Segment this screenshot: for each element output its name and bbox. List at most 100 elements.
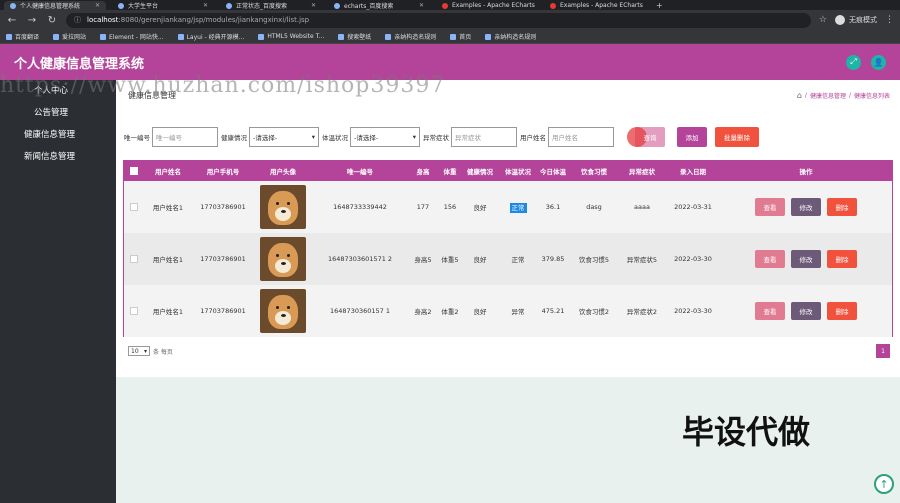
bookmark-icon bbox=[258, 33, 265, 40]
browser-tab[interactable]: Examples - Apache ECharts✕ bbox=[544, 1, 646, 10]
forward-icon[interactable]: → bbox=[26, 15, 38, 26]
bookmark-item[interactable]: Layui - 经典开源模... bbox=[177, 32, 245, 41]
app-title: 个人健康信息管理系统 bbox=[14, 56, 145, 72]
bookmark-star-icon[interactable]: ☆ bbox=[819, 15, 827, 25]
bookmark-label: Element - 网站快... bbox=[109, 34, 164, 41]
abnormal-input[interactable]: 异常症状 bbox=[451, 127, 517, 147]
bookmark-item[interactable]: 爱拉网站 bbox=[53, 32, 86, 41]
breadcrumb-item[interactable]: 健康信息管理 bbox=[810, 91, 846, 100]
bookmark-label: 亲纳构造名规则 bbox=[494, 34, 537, 41]
tab-label: echarts_百度搜索 bbox=[344, 3, 394, 10]
view-button[interactable]: 查看 bbox=[755, 302, 785, 320]
cell-abnormal: aaaa bbox=[634, 203, 650, 211]
body-status-select[interactable]: -请选择- ▾ bbox=[350, 127, 420, 147]
browser-menu-icon[interactable]: ⋮ bbox=[885, 15, 894, 25]
bookmark-icon bbox=[485, 33, 492, 40]
bookmark-item[interactable]: 首页 bbox=[450, 32, 471, 41]
view-button[interactable]: 查看 bbox=[755, 198, 785, 216]
bookmark-item[interactable]: 亲纳构造名规则 bbox=[485, 32, 536, 41]
tab-label: 正常状态_百度搜索 bbox=[236, 3, 288, 10]
body-status-select-value: -请选择- bbox=[354, 134, 379, 142]
breadcrumb-item: 健康信息列表 bbox=[853, 93, 890, 100]
sidebar-item-notices[interactable]: 公告管理 bbox=[0, 102, 116, 124]
cell-weight: 156 bbox=[443, 203, 457, 211]
back-icon[interactable]: ← bbox=[6, 15, 18, 26]
info-icon[interactable]: ⓘ bbox=[74, 15, 81, 25]
chevron-down-icon: ▾ bbox=[311, 133, 315, 141]
row-checkbox[interactable] bbox=[130, 203, 138, 211]
address-bar[interactable]: ⓘ localhost:8080/gerenjiankang/jsp/modul… bbox=[66, 12, 811, 28]
browser-tab[interactable]: echarts_百度搜索 ✕ bbox=[328, 1, 430, 10]
cell-code: 1648733339442 bbox=[333, 203, 387, 211]
fullscreen-icon[interactable]: ⤢ bbox=[846, 54, 861, 70]
chevron-down-icon: ▾ bbox=[412, 133, 416, 141]
bookmark-item[interactable]: 亲纳构造名规则 bbox=[385, 32, 436, 41]
cell-date: 2022-03-30 bbox=[674, 307, 712, 315]
home-icon[interactable]: ⌂ bbox=[797, 91, 802, 100]
bookmark-label: Layui - 经典开源模... bbox=[186, 34, 245, 41]
delete-button[interactable]: 删除 bbox=[827, 198, 857, 216]
add-button[interactable]: 添加 bbox=[677, 127, 707, 147]
browser-tab[interactable]: Examples - Apache ECharts✕ bbox=[436, 1, 538, 10]
browser-tab[interactable]: 正常状态_百度搜索 ✕ bbox=[220, 1, 322, 10]
profile-button[interactable]: 无痕模式 bbox=[835, 15, 877, 25]
page-number-button[interactable]: 1 bbox=[876, 344, 890, 358]
bookmark-label: HTML5 Website T... bbox=[267, 33, 325, 40]
search-form: 唯一编号 唯一编号 健康情况 -请选择- ▾ 体温状况 -请选择- ▾ 异常症状 异… bbox=[124, 126, 894, 148]
health-select[interactable]: -请选择- ▾ bbox=[249, 127, 319, 147]
table-row: 用户姓名1 17703786901 1648730360157 1 身高2 体重… bbox=[124, 285, 892, 337]
cell-today-temp: 379.85 bbox=[541, 255, 565, 263]
edit-button[interactable]: 修改 bbox=[791, 198, 821, 216]
code-input[interactable]: 唯一编号 bbox=[152, 127, 218, 147]
scroll-top-icon[interactable]: ↑ bbox=[874, 474, 894, 494]
cell-today-temp: 36.1 bbox=[545, 203, 561, 211]
row-checkbox[interactable] bbox=[130, 255, 138, 263]
new-tab-button[interactable]: + bbox=[652, 1, 667, 10]
sidebar-item-health[interactable]: 健康信息管理 bbox=[0, 124, 116, 146]
cell-weight: 体重2 bbox=[441, 308, 459, 316]
edit-button[interactable]: 修改 bbox=[791, 302, 821, 320]
avatar bbox=[260, 237, 306, 281]
incognito-icon bbox=[835, 15, 845, 25]
tab-favicon-icon bbox=[10, 2, 16, 9]
bookmark-item[interactable]: 百度翻译 bbox=[6, 32, 39, 41]
search-button[interactable]: 查询 bbox=[627, 127, 665, 147]
url-host: localhost bbox=[87, 16, 119, 24]
sidebar-item-news[interactable]: 新闻信息管理 bbox=[0, 146, 116, 168]
tab-close-icon[interactable]: ✕ bbox=[419, 2, 424, 9]
cell-name: 用户姓名1 bbox=[152, 308, 184, 316]
bookmark-label: 首页 bbox=[459, 34, 472, 41]
tab-close-icon[interactable]: ✕ bbox=[95, 2, 100, 9]
row-checkbox[interactable] bbox=[130, 307, 138, 315]
delete-button[interactable]: 删除 bbox=[827, 250, 857, 268]
delete-button[interactable]: 删除 bbox=[827, 302, 857, 320]
browser-tab[interactable]: 大学生平台 ✕ bbox=[112, 1, 214, 10]
page-size-label: 条 每页 bbox=[153, 348, 173, 356]
page-size-select[interactable]: 10 ▾ bbox=[128, 346, 150, 356]
browser-tab[interactable]: 个人健康信息管理系统 ✕ bbox=[4, 1, 106, 10]
user-icon[interactable]: 👤 bbox=[871, 54, 886, 70]
bookmark-item[interactable]: HTML5 Website T... bbox=[258, 33, 324, 40]
code-label: 唯一编号 bbox=[124, 134, 150, 142]
cell-abnormal: 异常症状5 bbox=[626, 256, 658, 264]
col-header: 异常症状 bbox=[629, 168, 655, 176]
health-select-value: -请选择- bbox=[253, 134, 278, 142]
select-all-checkbox[interactable] bbox=[130, 167, 138, 175]
bookmark-item[interactable]: Element - 网站快... bbox=[100, 32, 164, 41]
url-path: :8080/gerenjiankang/jsp/modules/jiankang… bbox=[118, 16, 310, 24]
cell-today-temp: 475.21 bbox=[541, 307, 565, 315]
col-header: 饮食习惯 bbox=[581, 168, 607, 176]
tab-close-icon[interactable]: ✕ bbox=[203, 2, 208, 9]
name-input[interactable]: 用户姓名 bbox=[548, 127, 614, 147]
reload-icon[interactable]: ↻ bbox=[46, 15, 58, 26]
avatar bbox=[260, 185, 306, 229]
bookmark-item[interactable]: 搜索壁纸 bbox=[338, 32, 371, 41]
cell-name: 用户姓名1 bbox=[152, 204, 184, 212]
bulk-delete-button[interactable]: 批量删除 bbox=[715, 127, 759, 147]
edit-button[interactable]: 修改 bbox=[791, 250, 821, 268]
tab-close-icon[interactable]: ✕ bbox=[311, 2, 316, 9]
col-header: 用户姓名 bbox=[155, 168, 181, 176]
view-button[interactable]: 查看 bbox=[755, 250, 785, 268]
tab-favicon-icon bbox=[334, 2, 340, 9]
tab-favicon-icon bbox=[226, 2, 232, 9]
